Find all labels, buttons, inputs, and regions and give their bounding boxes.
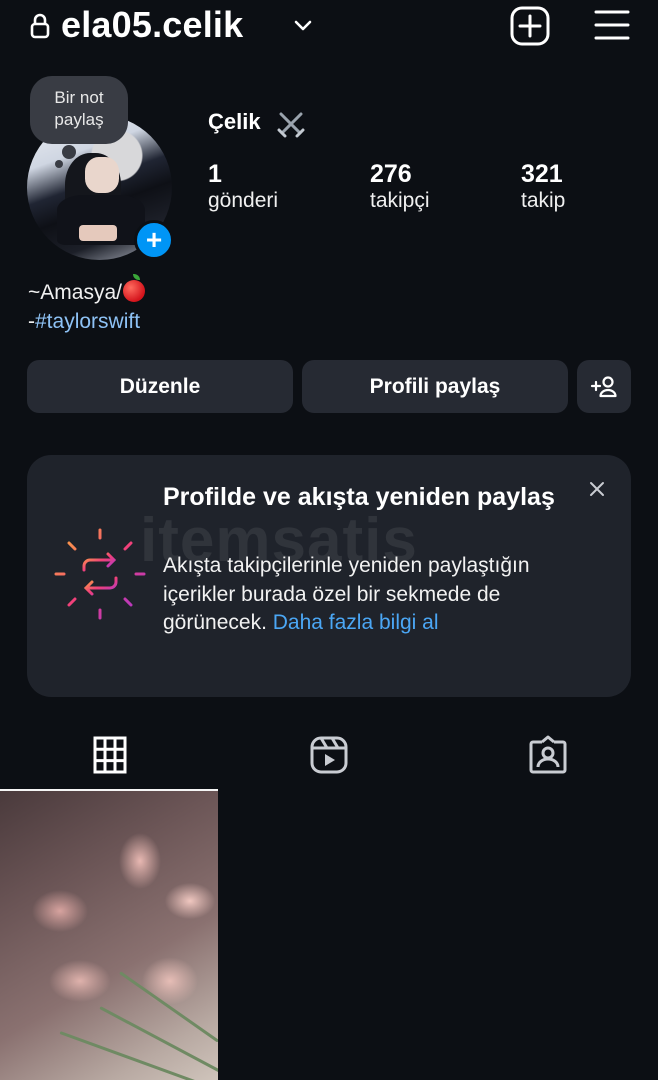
lock-icon bbox=[30, 13, 50, 39]
close-icon[interactable] bbox=[588, 480, 606, 498]
note-bubble[interactable]: Bir not paylaş bbox=[30, 76, 128, 144]
stat-posts[interactable]: 1 gönderi bbox=[208, 160, 278, 213]
post-thumbnail[interactable] bbox=[0, 791, 218, 1080]
hashtag-link[interactable]: #taylorswift bbox=[35, 310, 140, 333]
stat-posts-value: 1 bbox=[208, 160, 222, 188]
add-user-icon bbox=[590, 375, 617, 397]
edit-profile-button[interactable]: Düzenle bbox=[27, 360, 293, 413]
bio-line-hashtag: -#taylorswift bbox=[28, 310, 140, 334]
stat-followers-value: 276 bbox=[370, 160, 412, 188]
repost-icon bbox=[54, 528, 146, 620]
crossed-swords-icon bbox=[277, 112, 305, 138]
stat-followers[interactable]: 276 takipçi bbox=[370, 160, 430, 213]
learn-more-link[interactable]: Daha fazla bilgi al bbox=[273, 611, 439, 634]
account-username[interactable]: ela05.celik bbox=[61, 4, 243, 46]
grid-icon[interactable] bbox=[90, 735, 130, 775]
stat-following[interactable]: 321 takip bbox=[521, 160, 565, 213]
stat-followers-label: takipçi bbox=[370, 189, 430, 212]
display-name: Çelik bbox=[208, 109, 261, 134]
repost-card-body: Akışta takipçilerinle yeniden paylaştığı… bbox=[163, 552, 583, 638]
stat-posts-label: gönderi bbox=[208, 189, 279, 212]
discover-people-button[interactable] bbox=[577, 360, 631, 413]
add-story-button[interactable]: + bbox=[134, 220, 174, 260]
reels-icon[interactable] bbox=[309, 735, 349, 775]
bio-line-location: ~Amasya/ bbox=[28, 274, 145, 305]
create-post-icon[interactable] bbox=[510, 6, 550, 46]
note-bubble-tail bbox=[62, 145, 76, 159]
apple-icon bbox=[122, 274, 145, 302]
bio-location-text: ~Amasya/ bbox=[28, 281, 122, 304]
stat-following-label: takip bbox=[521, 189, 566, 212]
stat-following-value: 321 bbox=[521, 160, 563, 188]
chevron-down-icon[interactable] bbox=[292, 14, 314, 36]
bio-prefix: - bbox=[28, 310, 35, 333]
tagged-icon[interactable] bbox=[528, 735, 568, 775]
menu-icon[interactable] bbox=[594, 8, 630, 42]
share-profile-button[interactable]: Profili paylaş bbox=[302, 360, 568, 413]
repost-card-title: Profilde ve akışta yeniden paylaş bbox=[163, 483, 555, 511]
note-bubble-tail-small bbox=[55, 160, 63, 168]
